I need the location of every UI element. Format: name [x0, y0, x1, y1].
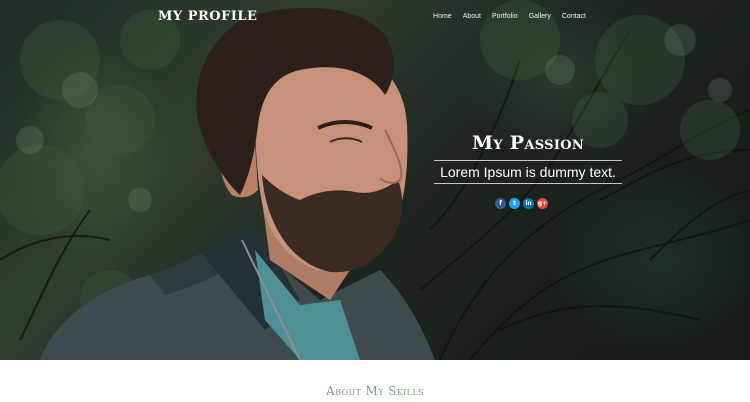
portrait-man — [40, 7, 435, 360]
nav-about-link[interactable]: About — [463, 13, 481, 20]
facebook-icon[interactable]: f — [495, 198, 506, 209]
linkedin-icon[interactable]: in — [523, 198, 534, 209]
hero-divider-bottom — [434, 183, 622, 184]
nav-contact-link[interactable]: Contact — [562, 13, 586, 20]
nav-home-link[interactable]: Home — [433, 13, 452, 20]
skills-section: About My Skills — [0, 360, 750, 402]
site-logo[interactable]: MY PROFILE — [158, 9, 257, 24]
nav-portfolio-link[interactable]: Portfolio — [492, 13, 518, 20]
google-plus-icon[interactable]: g+ — [537, 198, 548, 209]
social-links: f t in g+ — [495, 198, 548, 209]
hero-caption: My Passion Lorem Ipsum is dummy text. — [434, 131, 622, 184]
hero-subtitle: Lorem Ipsum is dummy text. — [440, 164, 616, 180]
nav-gallery-link[interactable]: Gallery — [529, 13, 551, 20]
section-title: About My Skills — [326, 384, 424, 398]
hero-title: My Passion — [471, 132, 585, 154]
hero-banner: MY PROFILE Home About Portfolio Gallery … — [0, 0, 750, 360]
main-nav: Home About Portfolio Gallery Contact — [433, 13, 586, 20]
twitter-icon[interactable]: t — [509, 198, 520, 209]
